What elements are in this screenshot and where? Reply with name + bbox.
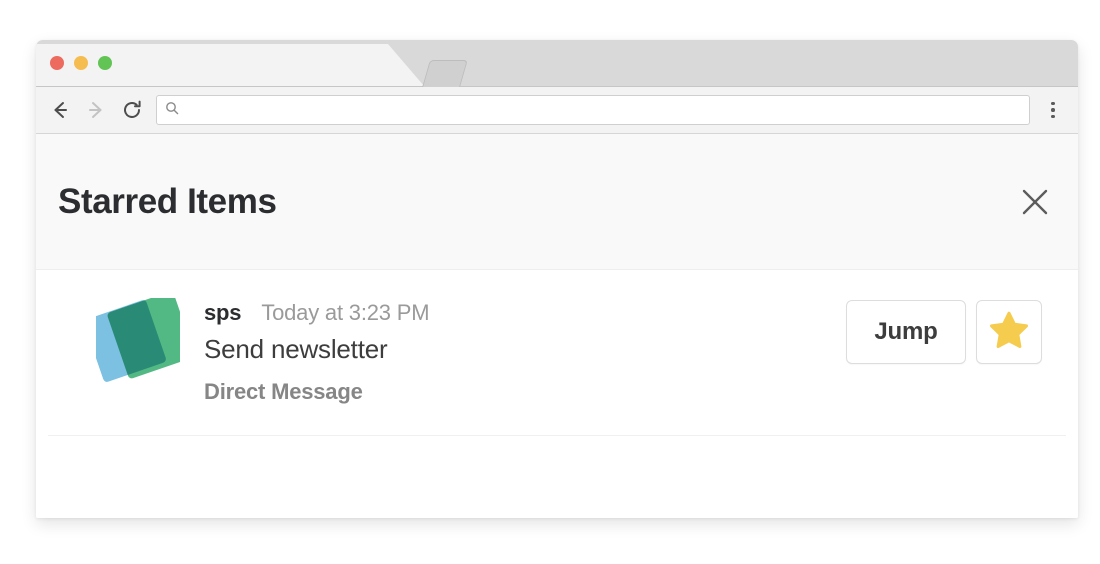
message-text: Send newsletter [204, 334, 388, 364]
jump-button[interactable]: Jump [846, 300, 966, 364]
browser-toolbar [36, 87, 1078, 134]
reload-icon[interactable] [114, 92, 150, 128]
list-item-meta: sps Today at 3:23 PM [204, 300, 846, 326]
window-traffic-lights [50, 56, 112, 70]
arrow-left-icon[interactable] [42, 92, 78, 128]
list-item-actions: Jump [846, 298, 1042, 364]
starred-items-list: sps Today at 3:23 PM Send newsletter Dir… [36, 270, 1078, 518]
page-title: Starred Items [58, 181, 277, 221]
star-icon [989, 310, 1029, 355]
avatar [96, 298, 180, 382]
browser-window: Starred Items sps Today at 3:23 PM Send … [36, 40, 1078, 518]
search-icon [165, 101, 179, 120]
close-icon[interactable] [1012, 179, 1058, 225]
panel-header: Starred Items [36, 134, 1078, 270]
arrow-right-icon [78, 92, 114, 128]
window-close-button[interactable] [50, 56, 64, 70]
page-content: Starred Items sps Today at 3:23 PM Send … [36, 134, 1078, 518]
message-timestamp: Today at 3:23 PM [261, 300, 430, 325]
message-context-label: Direct Message [204, 379, 363, 404]
message-author: sps [204, 300, 242, 325]
new-tab-icon[interactable] [422, 60, 468, 87]
window-minimize-button[interactable] [74, 56, 88, 70]
window-maximize-button[interactable] [98, 56, 112, 70]
list-item-body: sps Today at 3:23 PM Send newsletter Dir… [204, 298, 846, 405]
address-bar[interactable] [156, 95, 1030, 125]
browser-titlebar [36, 40, 1078, 87]
list-item[interactable]: sps Today at 3:23 PM Send newsletter Dir… [48, 270, 1066, 436]
address-input[interactable] [179, 102, 1021, 118]
star-button[interactable] [976, 300, 1042, 364]
three-dot-menu-icon[interactable] [1040, 95, 1066, 125]
